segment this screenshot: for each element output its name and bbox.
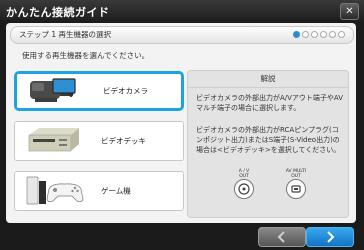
device-label: ビデオデッキ [101,136,146,146]
chevron-left-icon [277,231,285,243]
video-camera-icon [30,78,76,102]
step-label: ステップ 1 再生機器の選択 [19,30,112,39]
bottom-nav-bar [0,223,364,250]
next-button[interactable] [306,227,354,247]
window-title: かんたん接続ガイド [6,6,110,19]
back-button[interactable] [258,227,306,247]
explanation-panel: 解説 ビデオカメラの外部出力がA/Vアウト端子やAVマルチ端子の場合に選択します… [187,70,349,218]
step-bar: ステップ 1 再生機器の選択 [10,26,354,44]
device-option-video-camera[interactable]: ビデオカメラ [14,71,184,111]
av-out-port-icon [234,179,254,199]
title-bar: かんたん接続ガイド ✕ [0,0,364,22]
explanation-text-2: ビデオカメラの外部出力がRCAピンプラグ(コンポジット出力)またはS端子(S-V… [196,126,341,154]
step-dot-active [293,31,300,38]
device-option-game-console[interactable]: ゲーム機 [14,171,184,211]
close-button[interactable]: ✕ [340,3,359,20]
device-label: ゲーム機 [101,186,131,196]
explanation-text-1: ビデオカメラの外部出力がA/Vアウト端子やAVマルチ端子の場合に選択します。 [196,94,344,112]
game-console-icon [26,176,84,205]
step-dot [329,31,336,38]
av-out-port: A / V OUT [230,169,258,199]
main-panel: ステップ 1 再生機器の選択 使用する再生機器を選んでください。 ビデオカメラ [6,23,356,223]
port-label: OUT [239,174,249,179]
chevron-right-icon [327,231,335,243]
explanation-heading: 解説 [188,71,348,88]
port-label: OUT [291,174,301,179]
step-dot [320,31,327,38]
vcr-icon [28,128,79,152]
instruction-text: 使用する再生機器を選んでください。 [22,51,150,60]
av-multi-out-port: AV MULTI OUT [276,169,316,199]
av-multi-out-port-icon [286,179,306,199]
step-dot [338,31,345,38]
step-progress-dots [293,31,345,38]
device-label: ビデオカメラ [103,86,148,96]
step-dot [311,31,318,38]
step-dot [302,31,309,38]
device-option-vcr[interactable]: ビデオデッキ [14,121,184,161]
